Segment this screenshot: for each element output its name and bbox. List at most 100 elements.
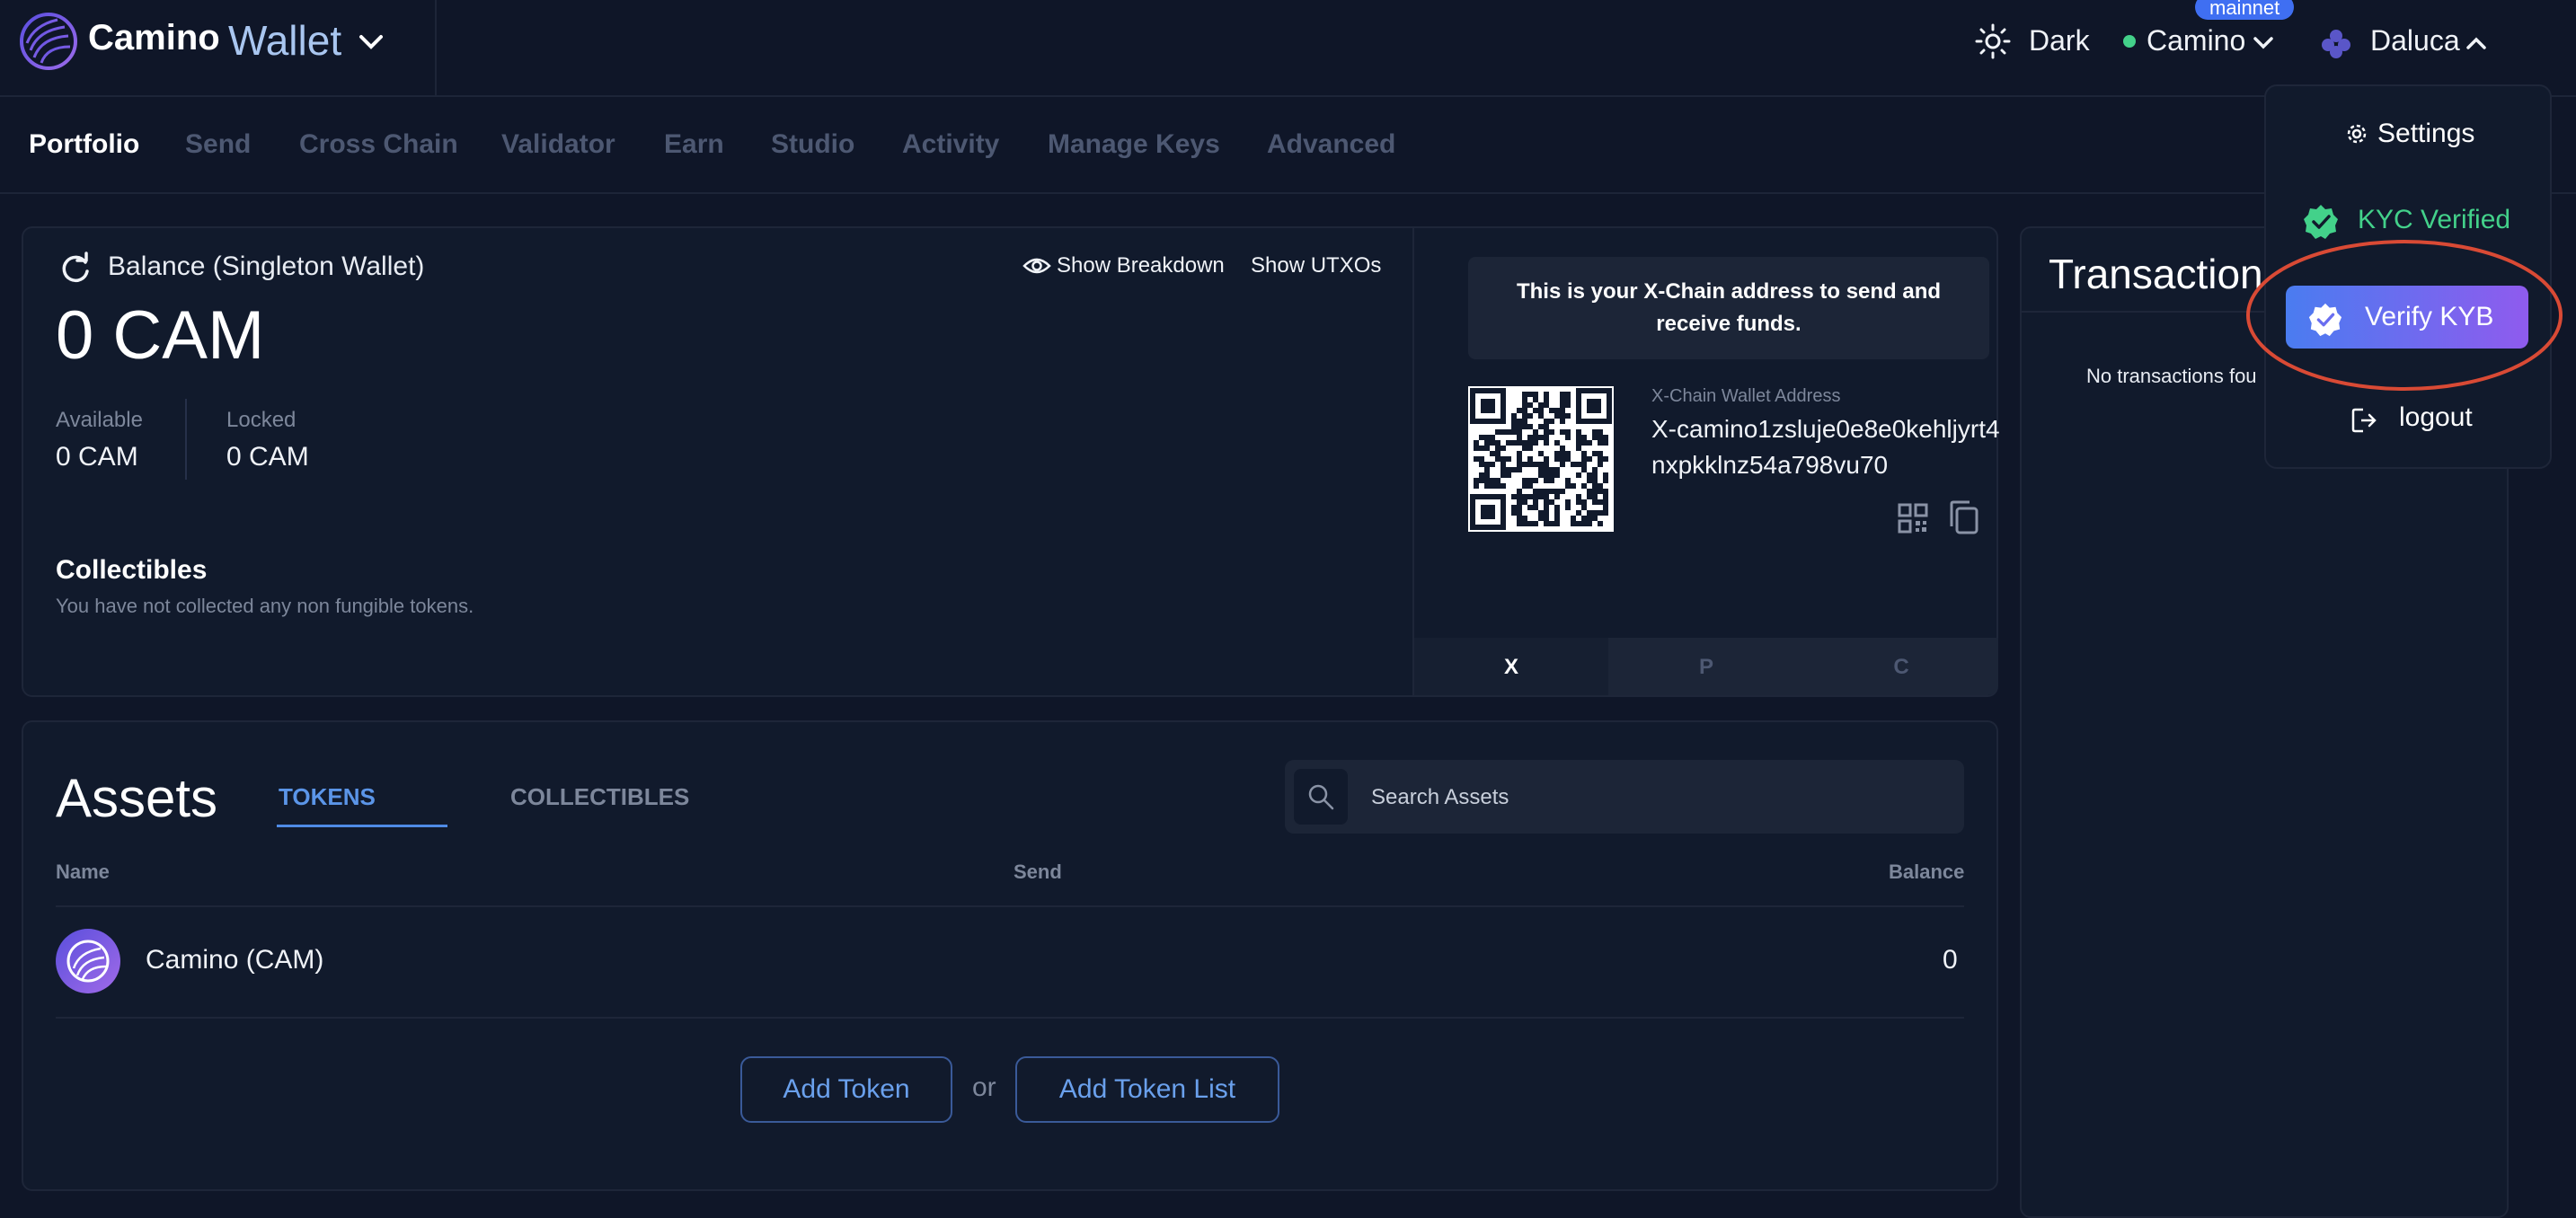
copy-icon[interactable] (1948, 499, 1980, 535)
qr-module (1517, 435, 1522, 440)
qr-module (1571, 483, 1576, 489)
qr-module (1581, 435, 1587, 440)
qr-module (1560, 456, 1565, 462)
camino-logo-icon (18, 11, 79, 72)
qr-module (1544, 521, 1549, 526)
nav-portfolio[interactable]: Portfolio (29, 129, 139, 160)
qr-module (1560, 419, 1565, 424)
qr-module (1495, 456, 1500, 462)
qr-module (1517, 424, 1522, 429)
add-token-button[interactable]: Add Token (740, 1056, 952, 1123)
theme-toggle[interactable]: Dark (2029, 24, 2090, 57)
logo-area[interactable]: Camino Wallet (0, 0, 437, 95)
qr-module (1522, 521, 1527, 526)
wallet-address[interactable]: X-camino1zsluje0e8e0kehljyrt4nxpkklnz54a… (1651, 411, 2002, 483)
qr-module (1560, 446, 1565, 451)
qr-module (1549, 478, 1554, 483)
qr-module (1533, 440, 1538, 446)
nav-studio[interactable]: Studio (771, 129, 854, 160)
show-utxos-button[interactable]: Show UTXOs (1251, 253, 1381, 278)
refresh-icon[interactable] (58, 252, 93, 287)
qr-module (1538, 424, 1544, 429)
qr-module (1565, 435, 1571, 440)
nav-earn[interactable]: Earn (664, 129, 724, 160)
chevron-up-icon[interactable] (2464, 31, 2489, 56)
qr-module (1495, 429, 1500, 435)
chevron-down-icon[interactable] (2251, 31, 2276, 56)
qr-module (1565, 402, 1571, 408)
qr-code-icon[interactable] (1898, 503, 1928, 534)
qr-module (1511, 419, 1517, 424)
network-selector[interactable]: Camino (2147, 24, 2245, 57)
nav-advanced[interactable]: Advanced (1267, 129, 1395, 160)
show-breakdown-button[interactable]: Show Breakdown (1057, 253, 1225, 278)
qr-module (1571, 516, 1576, 521)
nav-activity[interactable]: Activity (902, 129, 999, 160)
qr-module (1479, 472, 1484, 478)
qr-module (1544, 462, 1549, 467)
tab-chain-p[interactable]: P (1609, 638, 1803, 695)
qr-module (1538, 402, 1544, 408)
qr-module (1544, 397, 1549, 402)
qr-module (1576, 446, 1581, 451)
tab-chain-x[interactable]: X (1414, 638, 1608, 695)
nav-manage-keys[interactable]: Manage Keys (1048, 129, 1220, 160)
qr-module (1522, 392, 1527, 397)
qr-module (1603, 472, 1608, 478)
token-name[interactable]: Camino (CAM) (146, 945, 323, 975)
user-icon[interactable] (2318, 25, 2354, 61)
qr-module (1522, 419, 1527, 424)
tab-collectibles[interactable]: COLLECTIBLES (510, 783, 689, 811)
qr-module (1527, 402, 1533, 408)
user-menu[interactable]: Daluca (2370, 24, 2460, 57)
logout-menu-item[interactable]: logout (2399, 402, 2473, 433)
qr-module (1603, 510, 1608, 516)
qr-module (1592, 451, 1598, 456)
qr-module (1517, 494, 1522, 499)
tab-tokens[interactable]: TOKENS (279, 783, 376, 811)
qr-module (1474, 440, 1479, 446)
or-separator: or (972, 1072, 996, 1102)
nav-cross-chain[interactable]: Cross Chain (299, 129, 458, 160)
qr-module (1527, 446, 1533, 451)
qr-module (1527, 478, 1533, 483)
token-balance: 0 (1943, 945, 1958, 975)
settings-menu-item[interactable]: Settings (2377, 119, 2474, 149)
qr-module (1592, 499, 1598, 505)
qr-module (1506, 467, 1511, 472)
qr-module (1587, 472, 1592, 478)
qr-module (1527, 435, 1533, 440)
qr-module (1522, 413, 1527, 419)
nav-validator[interactable]: Validator (501, 129, 615, 160)
qr-module (1538, 467, 1544, 472)
qr-module (1603, 499, 1608, 505)
qr-module (1565, 483, 1571, 489)
column-header-send: Send (1014, 861, 1062, 883)
qr-module (1576, 440, 1581, 446)
qr-code[interactable] (1468, 386, 1614, 532)
search-input[interactable] (1369, 760, 1948, 835)
add-token-list-button[interactable]: Add Token List (1015, 1056, 1279, 1123)
chevron-down-icon[interactable] (356, 27, 386, 57)
qr-module (1549, 472, 1554, 478)
locked-value: 0 CAM (226, 442, 309, 472)
sun-icon[interactable] (1975, 23, 2011, 59)
eye-icon[interactable] (1022, 255, 1051, 277)
highlight-annotation (2243, 235, 2566, 395)
qr-module (1544, 510, 1549, 516)
qr-module (1592, 494, 1598, 499)
qr-module (1554, 413, 1560, 419)
qr-module (1522, 402, 1527, 408)
nav-send[interactable]: Send (185, 129, 251, 160)
qr-module (1560, 408, 1565, 413)
qr-module (1560, 429, 1565, 435)
tab-chain-c[interactable]: C (1804, 638, 1998, 695)
qr-module (1544, 494, 1549, 499)
search-icon-button[interactable] (1294, 769, 1348, 825)
qr-module (1527, 456, 1533, 462)
qr-module (1533, 499, 1538, 505)
qr-module (1474, 483, 1479, 489)
qr-module (1484, 435, 1490, 440)
qr-module (1500, 467, 1506, 472)
balance-card: Balance (Singleton Wallet) 0 CAM Show Br… (22, 226, 2000, 697)
